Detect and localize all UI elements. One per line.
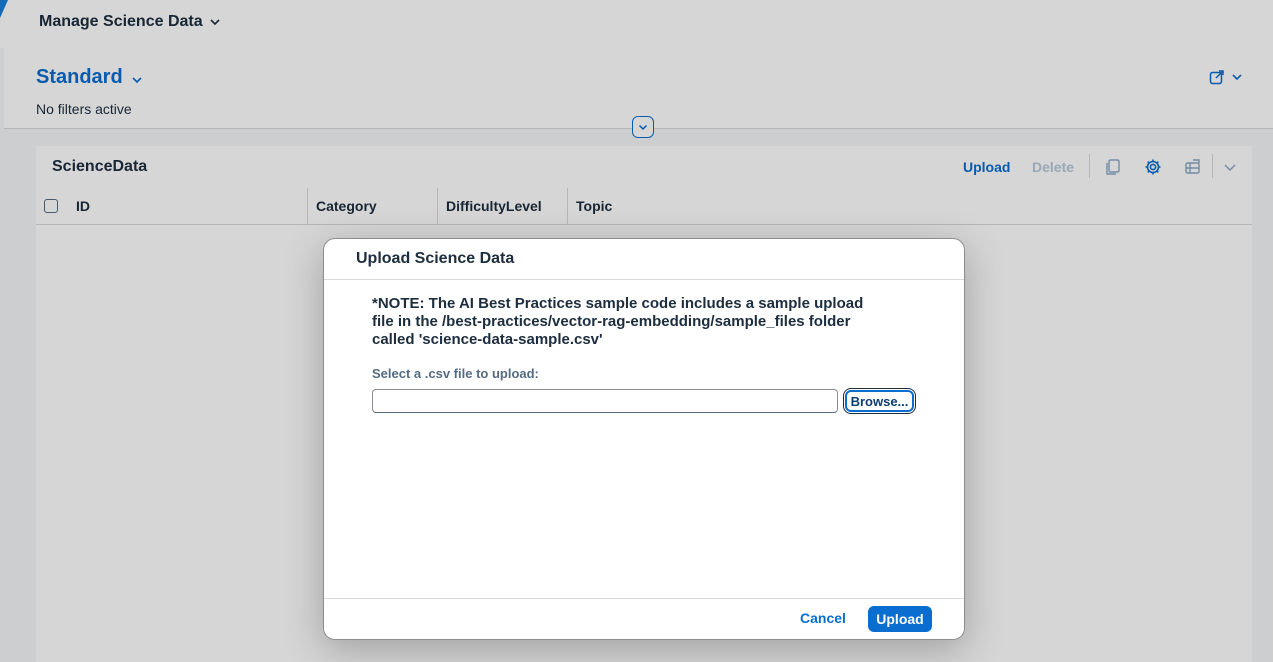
browse-button[interactable]: Browse... bbox=[843, 388, 916, 414]
dialog-header: Upload Science Data bbox=[324, 239, 964, 280]
upload-note: *NOTE: The AI Best Practices sample code… bbox=[372, 295, 912, 349]
file-path-input[interactable] bbox=[372, 389, 838, 413]
note-line: called 'science-data-sample.csv' bbox=[372, 331, 603, 348]
dialog-title: Upload Science Data bbox=[356, 250, 515, 267]
note-line: file in the /best-practices/vector-rag-e… bbox=[372, 313, 851, 330]
file-label: Select a .csv file to upload: bbox=[372, 366, 539, 381]
upload-button[interactable]: Upload bbox=[868, 606, 932, 632]
dialog-footer: Cancel Upload bbox=[324, 598, 964, 639]
cancel-button[interactable]: Cancel bbox=[800, 610, 846, 626]
note-line: *NOTE: The AI Best Practices sample code… bbox=[372, 295, 864, 312]
upload-dialog: Upload Science Data *NOTE: The AI Best P… bbox=[323, 238, 965, 640]
